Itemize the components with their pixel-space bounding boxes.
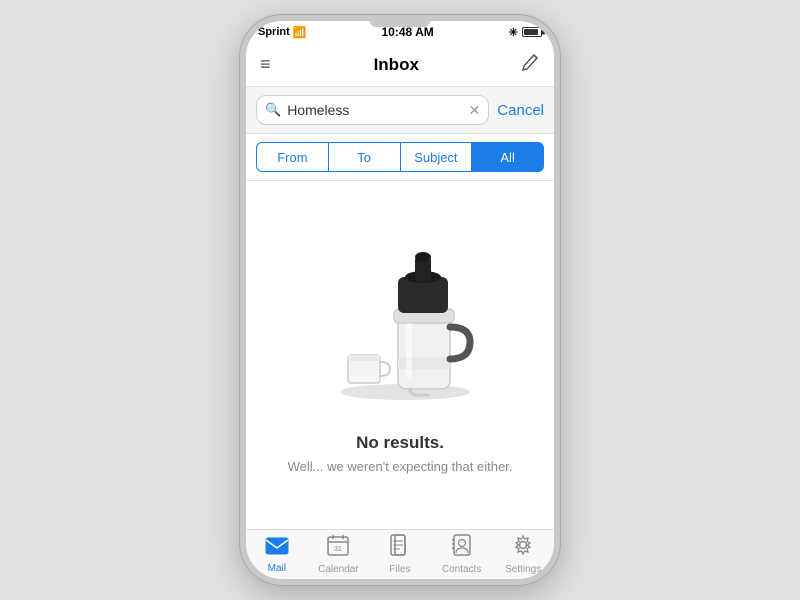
filter-tab-from[interactable]: From xyxy=(256,142,329,172)
files-icon xyxy=(390,534,410,562)
tab-files[interactable]: Files xyxy=(372,534,428,575)
filter-tabs: From To Subject All xyxy=(246,134,554,181)
nav-bar: ≡ Inbox xyxy=(246,43,554,87)
clear-search-icon[interactable]: ✕ xyxy=(469,102,481,119)
filter-tab-subject[interactable]: Subject xyxy=(401,142,473,172)
search-bar: 🔍 Homeless ✕ Cancel xyxy=(246,87,554,134)
tab-bar: Mail 31 Calendar xyxy=(246,529,554,579)
bluetooth-icon: ✳ xyxy=(509,26,518,39)
wifi-icon: 📶 xyxy=(293,26,307,39)
no-results-heading: No results. xyxy=(356,433,444,453)
search-value: Homeless xyxy=(287,102,462,118)
main-content: No results. Well... we weren't expecting… xyxy=(246,181,554,529)
compose-icon[interactable] xyxy=(522,53,540,76)
filter-tab-to[interactable]: To xyxy=(329,142,401,172)
svg-text:31: 31 xyxy=(334,546,342,553)
empty-state-illustration xyxy=(310,237,490,417)
tab-settings[interactable]: Settings xyxy=(495,534,551,575)
tab-calendar-label: Calendar xyxy=(318,564,359,575)
status-left: Sprint 📶 xyxy=(258,26,306,39)
tab-contacts[interactable]: Contacts xyxy=(434,534,490,575)
hamburger-menu-icon[interactable]: ≡ xyxy=(260,54,271,75)
status-bar: Sprint 📶 10:48 AM ✳ xyxy=(246,21,554,43)
status-right: ✳ xyxy=(509,26,542,39)
cancel-button[interactable]: Cancel xyxy=(497,102,544,119)
filter-tab-all[interactable]: All xyxy=(472,142,544,172)
tab-mail[interactable]: Mail xyxy=(249,535,305,574)
nav-title: Inbox xyxy=(374,55,419,75)
calendar-icon: 31 xyxy=(327,534,349,562)
carrier-label: Sprint xyxy=(258,26,290,38)
search-input-wrap[interactable]: 🔍 Homeless ✕ xyxy=(256,95,489,125)
settings-icon xyxy=(512,534,534,562)
contacts-icon xyxy=(451,534,473,562)
mail-icon xyxy=(265,535,289,561)
tab-files-label: Files xyxy=(389,564,410,575)
no-results-subtext: Well... we weren't expecting that either… xyxy=(268,459,533,474)
tab-mail-label: Mail xyxy=(268,563,286,574)
tab-contacts-label: Contacts xyxy=(442,564,481,575)
tab-settings-label: Settings xyxy=(505,564,541,575)
tab-calendar[interactable]: 31 Calendar xyxy=(310,534,366,575)
search-icon: 🔍 xyxy=(265,102,281,118)
battery-icon xyxy=(522,27,542,37)
status-time: 10:48 AM xyxy=(382,25,434,39)
phone-frame: Sprint 📶 10:48 AM ✳ ≡ Inbox 🔍 Homeless ✕… xyxy=(240,15,560,585)
